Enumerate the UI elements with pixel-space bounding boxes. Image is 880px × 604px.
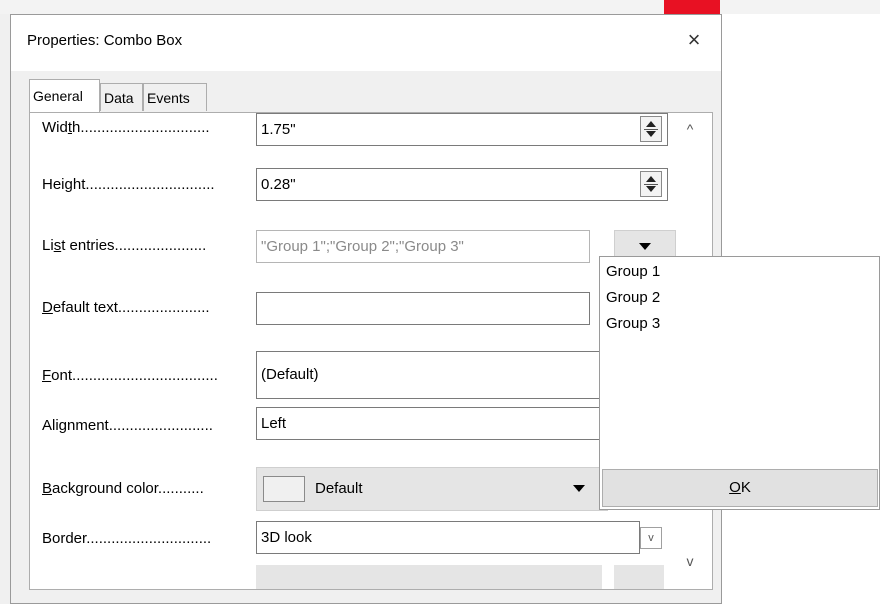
tab-data[interactable]: Data [100,83,143,111]
spin-down-icon [646,186,656,192]
border-combo[interactable]: 3D look [256,521,640,554]
chevron-down-icon[interactable]: v [640,527,662,549]
border-label: Border.............................. [42,530,212,547]
height-spin-button[interactable] [640,171,662,197]
height-label: Height............................... [42,176,215,193]
next-row-button [614,565,664,589]
width-spin-button[interactable] [640,116,662,142]
list-entries-label: List entries...................... [42,237,207,254]
spin-up-icon [646,176,656,182]
popup-item-group-3[interactable]: Group 3 [606,315,660,332]
ok-button[interactable]: OK [602,469,878,507]
background-window-strip [0,0,880,14]
color-picker-label: Default [315,480,363,497]
spin-up-icon [646,121,656,127]
width-label: Width............................... [42,119,210,136]
list-entries-popup: Group 1 Group 2 Group 3 OK [599,256,880,510]
background-color-picker[interactable]: Default [256,467,608,511]
dropdown-arrow-icon [573,485,585,492]
scroll-down-icon[interactable]: v [682,553,698,569]
default-text-label: Default text...................... [42,299,210,316]
popup-item-group-1[interactable]: Group 1 [606,263,660,280]
dialog-titlebar: Properties: Combo Box × [11,15,721,71]
popup-item-group-2[interactable]: Group 2 [606,289,660,306]
background-color-label: Background color........... [42,480,204,497]
alignment-label: Alignment......................... [42,417,213,434]
dropdown-arrow-icon [639,243,651,250]
dialog-title: Properties: Combo Box [27,32,183,49]
background-close-button [664,0,720,14]
width-field[interactable]: 1.75" [256,113,668,146]
spin-down-icon [646,131,656,137]
scroll-up-icon[interactable]: ^ [682,121,698,137]
next-row-field [256,565,602,589]
list-entries-field[interactable]: "Group 1";"Group 2";"Group 3" [256,230,590,263]
tab-events[interactable]: Events [143,83,207,111]
tab-general[interactable]: General [29,79,100,112]
height-field[interactable]: 0.28" [256,168,668,201]
close-icon[interactable]: × [681,27,707,53]
font-label: Font................................... [42,367,218,384]
color-swatch [263,476,305,502]
default-text-field[interactable] [256,292,590,325]
